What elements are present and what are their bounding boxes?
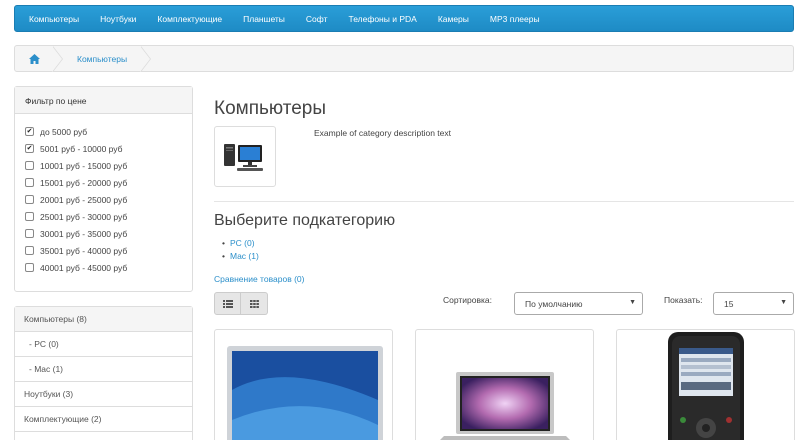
checkbox-unchecked[interactable]: [25, 263, 34, 272]
top-navigation: Компьютеры Ноутбуки Комплектующие Планше…: [14, 5, 794, 32]
price-filter-label: до 5000 руб: [40, 126, 88, 137]
nav-cameras[interactable]: Камеры: [438, 14, 469, 24]
main-content: Компьютеры Example of category descripti…: [214, 98, 795, 440]
grid-icon: [249, 299, 259, 308]
product-card[interactable]: [415, 329, 594, 440]
breadcrumb-separator: [52, 45, 63, 72]
price-filter-panel: Фильтр по цене ✔ до 5000 руб ✔ 5001 руб - 1…: [14, 86, 193, 292]
price-filter-label: 40001 руб - 45000 руб: [40, 262, 128, 273]
subcategory-mac[interactable]: Mac (1): [230, 251, 259, 264]
price-filter-option[interactable]: 40001 руб - 45000 руб: [25, 259, 182, 276]
price-filter-label: 5001 руб - 10000 руб: [40, 143, 123, 154]
price-filter-label: 20001 руб - 25000 руб: [40, 194, 128, 205]
nav-computers[interactable]: Компьютеры: [29, 14, 79, 24]
show-select-value: 15: [724, 299, 734, 309]
nav-software[interactable]: Софт: [306, 14, 328, 24]
list-view-button[interactable]: [214, 292, 241, 315]
checkbox-unchecked[interactable]: [25, 246, 34, 255]
price-filter-option[interactable]: ✔ 5001 руб - 10000 руб: [25, 140, 182, 157]
price-filter-label: 25001 руб - 30000 руб: [40, 211, 128, 222]
price-filter-option[interactable]: 25001 руб - 30000 руб: [25, 208, 182, 225]
price-filter-option[interactable]: 10001 руб - 15000 руб: [25, 157, 182, 174]
nav-laptops[interactable]: Ноутбуки: [100, 14, 136, 24]
checkbox-unchecked[interactable]: [25, 161, 34, 170]
divider: [214, 201, 794, 202]
grid-view-button[interactable]: [241, 292, 268, 315]
price-filter-option[interactable]: 35001 руб - 40000 руб: [25, 242, 182, 259]
price-filter-label: 35001 руб - 40000 руб: [40, 245, 128, 256]
monitor-product-image: [227, 346, 383, 440]
breadcrumb-current[interactable]: Компьютеры: [63, 54, 141, 64]
price-filter-option[interactable]: 20001 руб - 25000 руб: [25, 191, 182, 208]
checkbox-checked[interactable]: ✔: [25, 144, 34, 153]
phone-product-image: [668, 332, 744, 440]
show-label: Показать:: [664, 295, 703, 305]
category-item[interactable]: Компьютеры (8): [15, 307, 192, 332]
chevron-down-icon: ▼: [780, 299, 787, 306]
checkbox-checked[interactable]: ✔: [25, 127, 34, 136]
breadcrumb: Компьютеры: [14, 45, 794, 72]
breadcrumb-separator: [140, 45, 152, 72]
product-card[interactable]: [616, 329, 795, 440]
nav-tablets[interactable]: Планшеты: [243, 14, 285, 24]
price-filter-option[interactable]: 15001 руб - 20000 руб: [25, 174, 182, 191]
subcategory-list: PC (0) Mac (1): [230, 238, 259, 264]
list-icon: [222, 299, 233, 308]
category-item[interactable]: Ноутбуки (3): [15, 382, 192, 407]
category-description: Example of category description text: [314, 128, 452, 138]
price-filter-list: ✔ до 5000 руб ✔ 5001 руб - 10000 руб 10001 р…: [15, 114, 192, 285]
price-filter-label: 10001 руб - 15000 руб: [40, 160, 128, 171]
page-title: Компьютеры: [214, 98, 326, 119]
sort-select-value: По умолчанию: [525, 299, 583, 309]
product-card[interactable]: [214, 329, 393, 440]
price-filter-option[interactable]: 30001 руб - 35000 руб: [25, 225, 182, 242]
desktop-computer-icon: [224, 143, 263, 171]
price-filter-label: 30001 руб - 35000 руб: [40, 228, 128, 239]
sort-label: Сортировка:: [443, 295, 493, 305]
checkbox-unchecked[interactable]: [25, 178, 34, 187]
subcategory-pc[interactable]: PC (0): [230, 238, 259, 251]
price-filter-title: Фильтр по цене: [15, 87, 192, 114]
category-list: Компьютеры (8) - PC (0) - Mac (1) Ноутбуки …: [14, 306, 193, 440]
nav-phones[interactable]: Телефоны и PDA: [348, 14, 416, 24]
category-item[interactable]: Комплектующие (2): [15, 407, 192, 432]
home-icon: [28, 53, 40, 64]
price-filter-option[interactable]: ✔ до 5000 руб: [25, 123, 182, 140]
view-toggle: [214, 292, 268, 315]
nav-components[interactable]: Комплектующие: [157, 14, 222, 24]
subcategory-title: Выберите подкатегорию: [214, 212, 396, 229]
laptop-product-image: [440, 372, 570, 440]
breadcrumb-home[interactable]: [15, 46, 53, 71]
show-select[interactable]: 15 ▼: [713, 292, 794, 315]
checkbox-unchecked[interactable]: [25, 195, 34, 204]
chevron-down-icon: ▼: [629, 299, 636, 306]
compare-link[interactable]: Сравнение товаров (0): [214, 274, 304, 284]
category-item[interactable]: - Mac (1): [15, 357, 192, 382]
product-grid: [214, 329, 795, 440]
category-thumbnail: [214, 126, 276, 187]
category-item[interactable]: - PC (0): [15, 332, 192, 357]
price-filter-label: 15001 руб - 20000 руб: [40, 177, 128, 188]
sort-select[interactable]: По умолчанию ▼: [514, 292, 643, 315]
checkbox-unchecked[interactable]: [25, 212, 34, 221]
nav-mp3[interactable]: MP3 плееры: [490, 14, 540, 24]
checkbox-unchecked[interactable]: [25, 229, 34, 238]
